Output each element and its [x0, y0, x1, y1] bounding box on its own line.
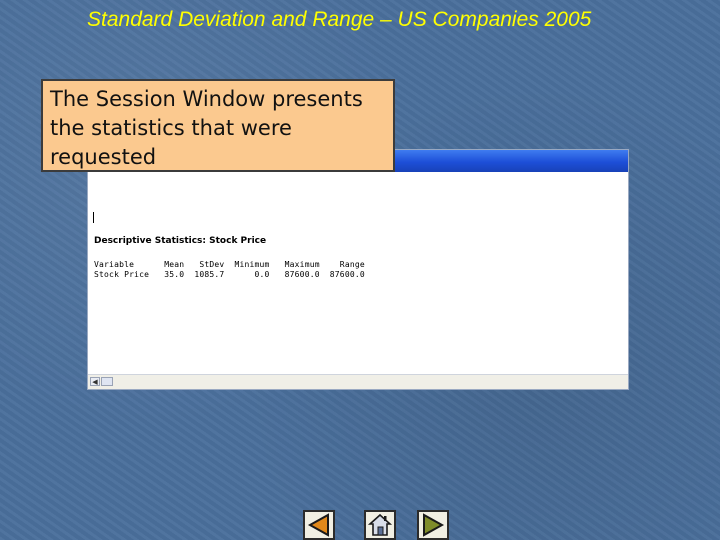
stats-heading: Descriptive Statistics: Stock Price	[94, 236, 267, 246]
text-cursor	[93, 212, 94, 223]
stats-data-row: Stock Price 35.0 1085.7 0.0 87600.0 8760…	[94, 270, 365, 279]
left-triangle-icon	[307, 513, 329, 537]
home-button[interactable]	[364, 510, 396, 540]
session-window-content[interactable]: Descriptive Statistics: Stock Price Vari…	[88, 172, 628, 375]
scroll-left-arrow-icon[interactable]: ◀	[90, 377, 100, 386]
horizontal-scrollbar[interactable]: ◀	[88, 374, 628, 389]
session-window: Descriptive Statistics: Stock Price Vari…	[87, 149, 629, 390]
right-triangle-icon	[423, 513, 445, 537]
stats-header-row: Variable Mean StDev Minimum Maximum Rang…	[94, 260, 365, 269]
next-slide-button[interactable]	[417, 510, 449, 540]
slide-title: Standard Deviation and Range – US Compan…	[87, 8, 592, 31]
home-icon	[367, 513, 393, 536]
scroll-thumb[interactable]	[101, 377, 113, 386]
previous-slide-button[interactable]	[303, 510, 335, 540]
callout-box: The Session Window presents the statisti…	[41, 79, 395, 172]
